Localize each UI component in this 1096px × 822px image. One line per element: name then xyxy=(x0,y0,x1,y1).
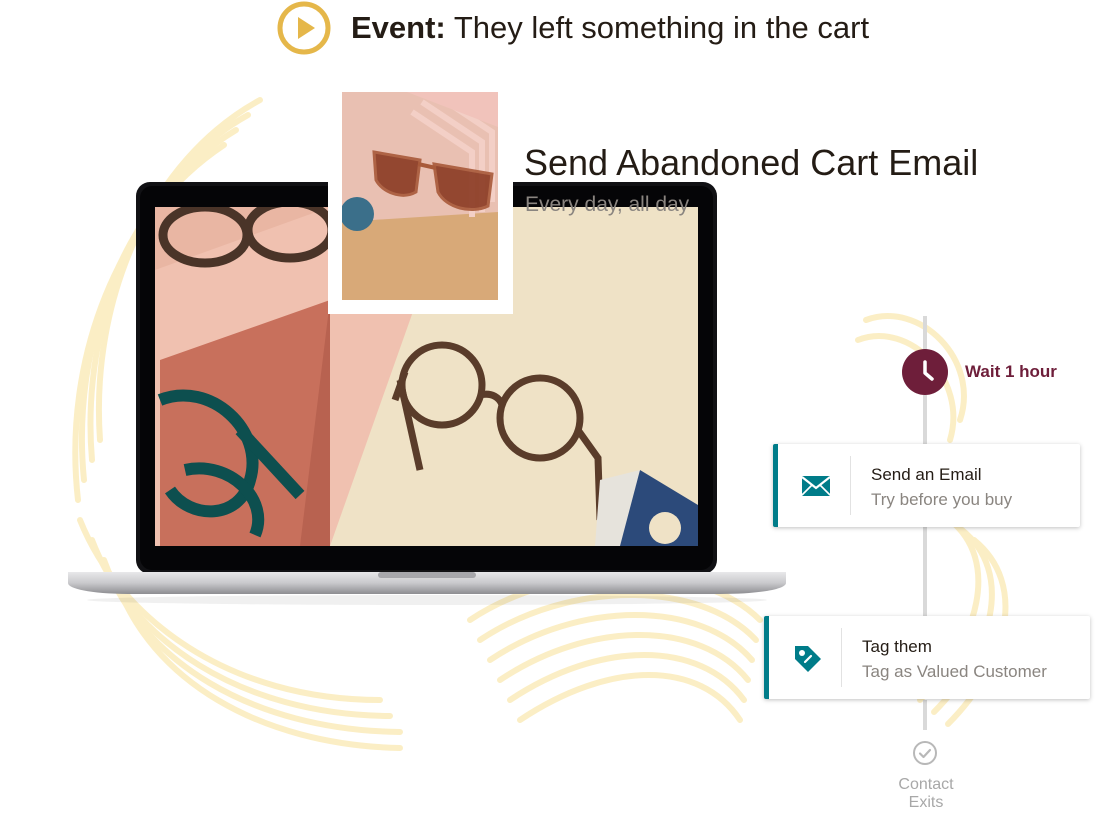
campaign-title: Send Abandoned Cart Email xyxy=(524,142,979,183)
step-title: Tag them xyxy=(862,637,932,656)
step-divider xyxy=(850,456,851,515)
clock-icon xyxy=(923,360,934,381)
product-card xyxy=(328,78,513,314)
check-circle-icon xyxy=(913,741,937,765)
envelope-icon xyxy=(801,476,831,496)
campaign-schedule: Every day, all day xyxy=(525,193,690,216)
automation-illustration: Event: They left something in the cart S… xyxy=(0,0,1096,822)
step-title: Send an Email xyxy=(871,465,982,484)
step-subtitle: Tag as Valued Customer xyxy=(862,662,1047,681)
step-subtitle: Try before you buy xyxy=(871,490,1013,509)
contact-exits-label: Contact Exits xyxy=(898,776,954,811)
workflow-connector xyxy=(923,316,927,350)
wait-label: Wait 1 hour xyxy=(965,362,1057,381)
wait-step[interactable] xyxy=(902,349,948,395)
sunglasses-product-image xyxy=(342,92,498,300)
workflow-connector xyxy=(923,700,927,730)
workflow-connector xyxy=(923,527,927,617)
send-email-step[interactable]: Send an Email Try before you buy xyxy=(773,444,1080,527)
workflow-connector xyxy=(923,395,927,445)
step-divider xyxy=(841,628,842,687)
tag-icon xyxy=(795,646,821,672)
tag-contact-step[interactable]: Tag them Tag as Valued Customer xyxy=(764,616,1090,699)
